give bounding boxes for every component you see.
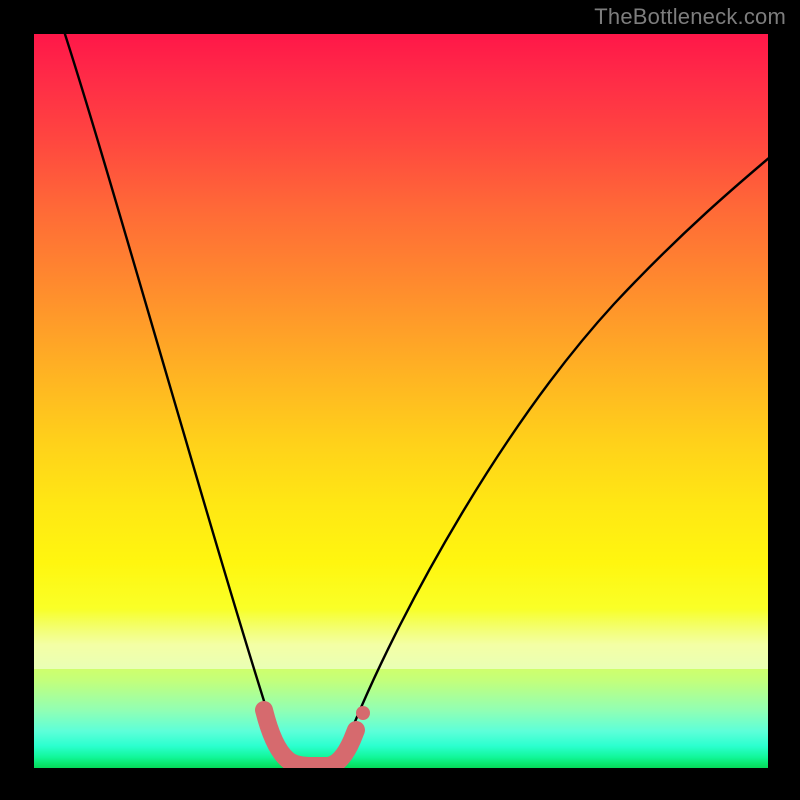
plot-area <box>34 34 768 768</box>
watermark-text: TheBottleneck.com <box>594 4 786 30</box>
curve-layer <box>34 34 768 768</box>
chart-frame: TheBottleneck.com <box>0 0 800 800</box>
trough-marker <box>264 710 356 766</box>
bottleneck-curve <box>63 34 768 765</box>
trough-marker-dot <box>356 706 370 720</box>
